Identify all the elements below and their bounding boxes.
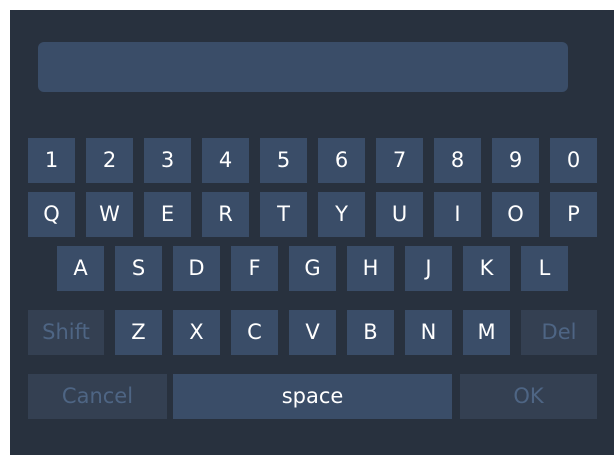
key-t[interactable]: T: [260, 192, 307, 237]
space-key[interactable]: space: [173, 374, 452, 419]
key-8[interactable]: 8: [434, 138, 481, 183]
cancel-button[interactable]: Cancel: [28, 374, 167, 419]
key-w[interactable]: W: [86, 192, 133, 237]
ok-button[interactable]: OK: [460, 374, 597, 419]
key-a[interactable]: A: [57, 246, 104, 291]
key-h[interactable]: H: [347, 246, 394, 291]
key-b[interactable]: B: [347, 310, 394, 355]
key-r[interactable]: R: [202, 192, 249, 237]
key-2[interactable]: 2: [86, 138, 133, 183]
key-1[interactable]: 1: [28, 138, 75, 183]
key-c[interactable]: C: [231, 310, 278, 355]
key-7[interactable]: 7: [376, 138, 423, 183]
key-j[interactable]: J: [405, 246, 452, 291]
key-n[interactable]: N: [405, 310, 452, 355]
key-o[interactable]: O: [492, 192, 539, 237]
key-s[interactable]: S: [115, 246, 162, 291]
key-z[interactable]: Z: [115, 310, 162, 355]
key-d[interactable]: D: [173, 246, 220, 291]
key-6[interactable]: 6: [318, 138, 365, 183]
key-5[interactable]: 5: [260, 138, 307, 183]
shift-key[interactable]: Shift: [28, 310, 104, 355]
delete-key[interactable]: Del: [521, 310, 597, 355]
key-4[interactable]: 4: [202, 138, 249, 183]
key-9[interactable]: 9: [492, 138, 539, 183]
key-p[interactable]: P: [550, 192, 597, 237]
key-m[interactable]: M: [463, 310, 510, 355]
key-f[interactable]: F: [231, 246, 278, 291]
key-x[interactable]: X: [173, 310, 220, 355]
key-3[interactable]: 3: [144, 138, 191, 183]
key-e[interactable]: E: [144, 192, 191, 237]
key-g[interactable]: G: [289, 246, 336, 291]
on-screen-keyboard-panel: 1 2 3 4 5 6 7 8 9 0 Q W E R T Y U I O P …: [10, 10, 614, 455]
key-l[interactable]: L: [521, 246, 568, 291]
key-0[interactable]: 0: [550, 138, 597, 183]
text-input-field[interactable]: [38, 42, 568, 92]
key-u[interactable]: U: [376, 192, 423, 237]
key-i[interactable]: I: [434, 192, 481, 237]
key-y[interactable]: Y: [318, 192, 365, 237]
key-k[interactable]: K: [463, 246, 510, 291]
key-q[interactable]: Q: [28, 192, 75, 237]
key-v[interactable]: V: [289, 310, 336, 355]
